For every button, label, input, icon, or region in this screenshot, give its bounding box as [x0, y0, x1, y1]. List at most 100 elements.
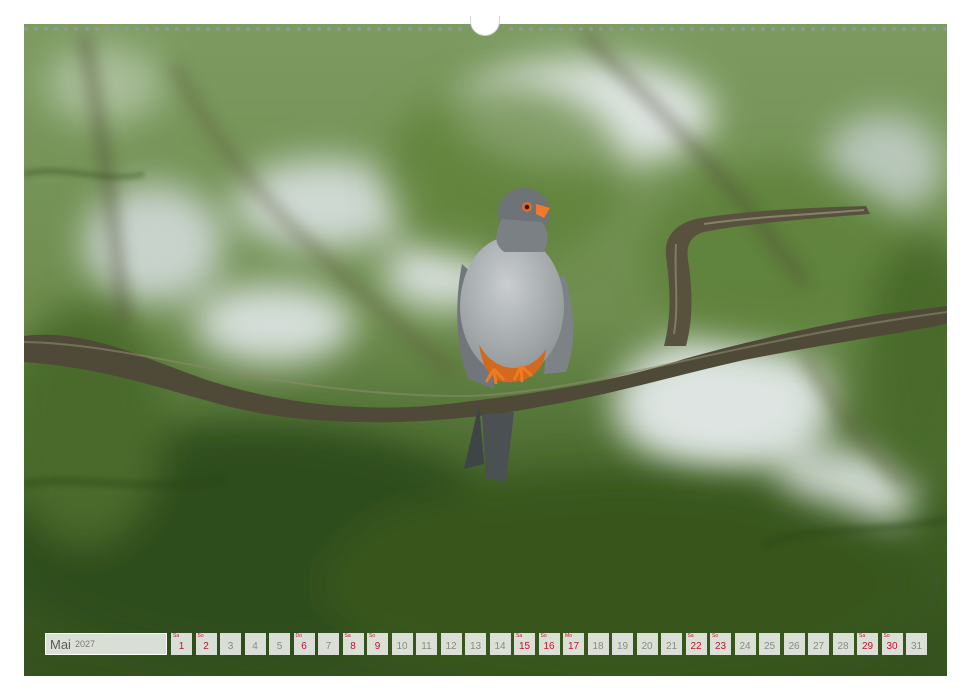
binder-hole-icon: [54, 27, 59, 31]
day-number: 29: [861, 641, 874, 652]
binder-hole-icon: [548, 27, 553, 31]
binder-hole-icon: [44, 27, 49, 31]
day-cell: 31: [906, 633, 927, 655]
binder-hole-icon: [932, 27, 937, 31]
day-number: 15: [518, 641, 531, 652]
day-number: 6: [301, 641, 307, 652]
binder-hole-icon: [902, 27, 907, 31]
day-cell: 28: [832, 633, 854, 655]
day-number: 26: [788, 641, 800, 652]
binder-hole-icon: [427, 27, 432, 31]
binder-hole-icon: [599, 27, 604, 31]
binder-hole-icon: [175, 27, 180, 31]
day-cell: 10: [391, 633, 413, 655]
day-number: 5: [276, 641, 283, 652]
day-number: 8: [350, 641, 356, 652]
day-cell: 5: [269, 633, 290, 655]
day-number: 2: [203, 641, 209, 652]
day-cell: 13: [465, 633, 486, 655]
binder-hole-icon: [377, 27, 382, 31]
binder-hole-icon: [770, 27, 775, 31]
binder-hole-icon: [791, 27, 796, 31]
binder-hole-icon: [296, 27, 301, 31]
month-label: Mai 2027: [45, 633, 167, 655]
binder-hole-icon: [700, 27, 705, 31]
binder-hole-icon: [114, 27, 119, 31]
month-name: Mai: [50, 636, 71, 652]
day-number: 4: [252, 641, 258, 652]
day-number: 17: [567, 641, 580, 652]
binder-hole-icon: [720, 27, 725, 31]
day-number: 22: [690, 641, 702, 652]
day-weekday: Sa: [516, 633, 523, 639]
day-number: 9: [374, 641, 381, 652]
day-number: 20: [641, 641, 653, 652]
binder-hole-icon: [306, 27, 311, 31]
binder-hole-icon: [84, 27, 89, 31]
binder-hole-icon: [841, 27, 846, 31]
binder-hole-icon: [518, 27, 523, 31]
binder-hole-icon: [34, 27, 39, 31]
binder-hole-icon: [347, 27, 351, 31]
binder-hole-icon: [659, 27, 664, 31]
calendar-strip: Mai 2027 Sa 1 So 2 3 4 5 Do 6 7 Sa 8 So 9 10 11 12 13 14 Sa…: [45, 633, 931, 655]
binder-hole-icon: [831, 27, 836, 31]
binder-hole-icon: [155, 27, 160, 31]
day-cell: 18: [587, 633, 609, 655]
day-number: 19: [616, 641, 629, 652]
day-weekday: Sa: [173, 633, 180, 639]
day-weekday: So: [712, 633, 719, 639]
binder-hole-icon: [750, 27, 755, 31]
day-cell: 26: [783, 633, 805, 655]
day-cell: Sa 15: [514, 633, 535, 655]
day-cell: 21: [661, 633, 682, 655]
day-cell: So 16: [538, 633, 560, 655]
bird-photo: [24, 24, 947, 676]
day-cell: Sa 1: [171, 633, 192, 655]
day-cell: 12: [440, 633, 462, 655]
binder-hole-icon: [942, 27, 947, 31]
binder-hole-icon: [821, 27, 826, 31]
day-number: 7: [325, 641, 332, 652]
photo-illustration: [24, 24, 947, 676]
binder-hole-icon: [922, 27, 927, 31]
day-cell: 4: [244, 633, 266, 655]
day-number: 24: [739, 641, 751, 652]
day-number: 3: [227, 641, 234, 652]
day-number: 30: [886, 641, 898, 652]
day-cell: 7: [318, 633, 339, 655]
binder-hole-icon: [24, 27, 28, 31]
day-cell: 24: [734, 633, 756, 655]
calendar-page: Mai 2027 Sa 1 So 2 3 4 5 Do 6 7 Sa 8 So 9 10 11 12 13 14 Sa…: [0, 0, 971, 700]
day-number: 28: [837, 641, 849, 652]
day-number: 25: [763, 641, 776, 652]
day-cell: 27: [808, 633, 829, 655]
binder-hole-icon: [276, 27, 281, 31]
binder-hole-icon: [367, 27, 372, 31]
binder-hole-icon: [649, 27, 654, 31]
binder-hole-icon: [569, 27, 574, 31]
binder-hole-icon: [286, 27, 291, 31]
binder-hole-icon: [801, 27, 806, 31]
day-cell: 20: [636, 633, 658, 655]
day-number: 31: [910, 641, 923, 652]
binder-hole-icon: [670, 27, 674, 31]
binder-hole-icon: [730, 27, 735, 31]
binder-hole-icon: [639, 27, 644, 31]
binder-hole-icon: [680, 27, 685, 31]
binder-hole-icon: [316, 27, 321, 31]
day-weekday: Do: [295, 633, 302, 639]
day-cell: So 23: [710, 633, 731, 655]
day-cell: So 30: [881, 633, 903, 655]
day-number: 18: [592, 641, 604, 652]
binder-hole-icon: [811, 27, 816, 31]
binder-hole-icon: [558, 27, 563, 31]
binder-hole-icon: [458, 27, 463, 31]
binder-hole-icon: [266, 27, 271, 31]
day-weekday: So: [883, 633, 890, 639]
binder-hole-icon: [74, 27, 79, 31]
binder-hole-icon: [124, 27, 129, 31]
binder-hole-icon: [215, 27, 220, 31]
day-cell: Sa 8: [342, 633, 364, 655]
binder-hole-icon: [892, 27, 897, 31]
